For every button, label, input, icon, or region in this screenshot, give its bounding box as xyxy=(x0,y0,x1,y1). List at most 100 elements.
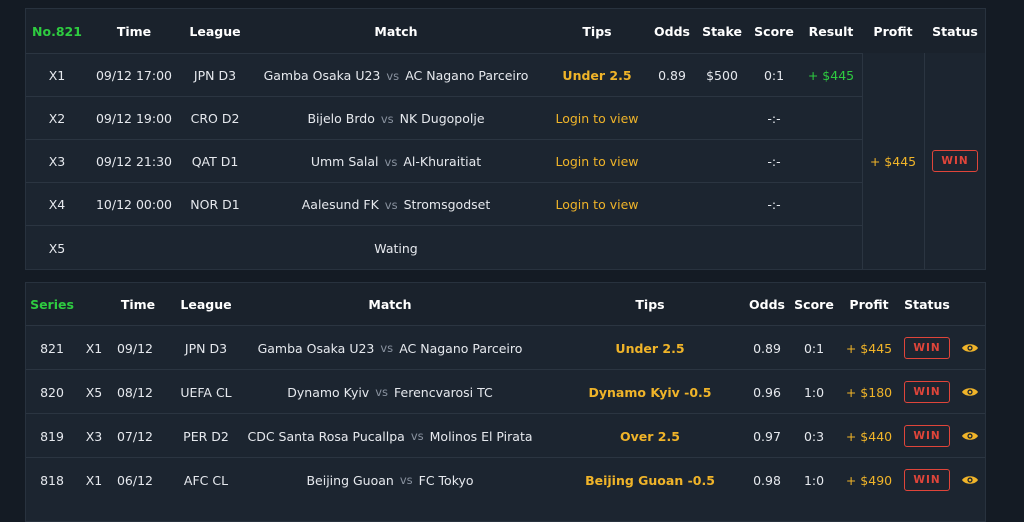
date: 06/12 xyxy=(116,472,154,488)
vs-label: vs xyxy=(386,68,400,83)
vs-label: vs xyxy=(384,154,398,169)
score: -:- xyxy=(767,111,781,126)
eye-icon[interactable] xyxy=(956,414,984,458)
league: QAT D1 xyxy=(191,154,239,169)
odds: 0.89 xyxy=(658,68,686,83)
match: Bijelo Brdo vs NK Dugopolje xyxy=(250,97,542,140)
odds-header: Odds xyxy=(749,296,785,312)
vs-label: vs xyxy=(384,197,398,212)
away-team: NK Dugopolje xyxy=(399,111,485,126)
result-header: Result xyxy=(808,23,854,39)
league: AFC CL xyxy=(183,472,229,488)
home-team: Aalesund FK xyxy=(301,197,379,212)
league: PER D2 xyxy=(183,428,229,444)
vs-label: vs xyxy=(375,385,389,399)
kickoff-time: 09/12 17:00 xyxy=(95,68,173,83)
profit: + $440 xyxy=(845,428,893,444)
odds: 0.97 xyxy=(753,428,781,444)
eye-icon[interactable] xyxy=(956,370,984,414)
eye-icon[interactable] xyxy=(956,326,984,370)
match: Dynamo Kyiv vs Ferencvarosi TC xyxy=(256,370,524,414)
pick-id: X3 xyxy=(48,154,66,169)
vs-label: vs xyxy=(380,341,394,355)
stake: $500 xyxy=(706,68,738,83)
score-header: Score xyxy=(754,23,794,39)
series-number: 818 xyxy=(40,472,64,488)
series-header: Series xyxy=(30,296,74,312)
status-header: Status xyxy=(904,296,950,312)
odds: 0.89 xyxy=(753,340,781,356)
match: CDC Santa Rosa Pucallpa vs Molinos El Pi… xyxy=(247,414,532,458)
match: Beijing Guoan vs FC Tokyo xyxy=(256,458,524,502)
table-header: Series Time League Match Tips Odds Score… xyxy=(26,283,985,325)
home-team: Gamba Osaka U23 xyxy=(263,68,381,83)
status-cell: WIN xyxy=(924,53,986,269)
series-number: 821 xyxy=(40,340,64,356)
date: 09/12 xyxy=(116,340,154,356)
table-row: X3 09/12 21:30 QAT D1 Umm Salal vs Al-Kh… xyxy=(26,139,862,183)
stake-header: Stake xyxy=(702,23,742,39)
vs-label: vs xyxy=(410,429,424,443)
kickoff-time: 09/12 21:30 xyxy=(95,154,173,169)
series-number: 820 xyxy=(40,384,64,400)
tip: Dynamo Kyiv -0.5 xyxy=(588,384,712,400)
pick-id: X2 xyxy=(48,111,66,126)
profit-header: Profit xyxy=(873,23,913,39)
score: 0:1 xyxy=(763,68,785,83)
table-row: X2 09/12 19:00 CRO D2 Bijelo Brdo vs NK … xyxy=(26,96,862,140)
time-header: Time xyxy=(116,23,152,39)
status-cell: WIN xyxy=(898,326,956,370)
odds: 0.96 xyxy=(753,384,781,400)
away-team: FC Tokyo xyxy=(418,472,474,488)
pick-id: X3 xyxy=(85,428,103,444)
table-row: X5 Wating xyxy=(26,225,862,270)
pick-id: X1 xyxy=(48,68,66,83)
profit-header: Profit xyxy=(849,296,889,312)
waiting-text: Wating xyxy=(374,240,418,256)
league: UEFA CL xyxy=(180,384,232,400)
score: 1:0 xyxy=(803,472,825,488)
match: Aalesund FK vs Stromsgodset xyxy=(250,183,542,226)
login-to-view-link[interactable]: Login to view xyxy=(542,97,652,140)
login-to-view-link[interactable]: Login to view xyxy=(542,183,652,226)
pick-id: X5 xyxy=(48,240,66,256)
table-row: 819 X3 07/12 PER D2 CDC Santa Rosa Pucal… xyxy=(26,413,985,458)
match: Gamba Osaka U23 vs AC Nagano Parceiro xyxy=(250,54,542,97)
home-team: Beijing Guoan xyxy=(306,472,394,488)
win-badge: WIN xyxy=(932,150,978,172)
score: -:- xyxy=(767,197,781,212)
home-team: Umm Salal xyxy=(310,154,379,169)
kickoff-time: 10/12 00:00 xyxy=(95,197,173,212)
score: 0:1 xyxy=(803,340,825,356)
tip: Under 2.5 xyxy=(562,68,632,83)
match: Umm Salal vs Al-Khuraitiat xyxy=(250,140,542,183)
eye-icon[interactable] xyxy=(956,458,984,502)
league: CRO D2 xyxy=(190,111,240,126)
series-number: 819 xyxy=(40,428,64,444)
pick-id: X1 xyxy=(85,340,103,356)
away-team: Al-Khuraitiat xyxy=(403,154,482,169)
status-cell: WIN xyxy=(898,414,956,458)
score: 0:3 xyxy=(803,428,825,444)
pick-id: X1 xyxy=(85,472,103,488)
away-team: AC Nagano Parceiro xyxy=(405,68,529,83)
table-row: X1 09/12 17:00 JPN D3 Gamba Osaka U23 vs… xyxy=(26,53,862,97)
table-row: 820 X5 08/12 UEFA CL Dynamo Kyiv vs Fere… xyxy=(26,369,985,414)
pick-id: X5 xyxy=(85,384,103,400)
match: Gamba Osaka U23 vs AC Nagano Parceiro xyxy=(256,326,524,370)
home-team: Dynamo Kyiv xyxy=(287,384,370,400)
number-header: No.821 xyxy=(32,23,82,39)
profit: + $180 xyxy=(845,384,893,400)
profit: + $445 xyxy=(845,340,893,356)
login-to-view-link[interactable]: Login to view xyxy=(542,140,652,183)
win-badge: WIN xyxy=(904,381,950,403)
profit: + $490 xyxy=(845,472,893,488)
kickoff-time: 09/12 19:00 xyxy=(95,111,173,126)
tip: Beijing Guoan -0.5 xyxy=(585,472,715,488)
odds: 0.98 xyxy=(753,472,781,488)
tip: Under 2.5 xyxy=(615,340,685,356)
today-tips-table: No.821 Time League Match Tips Odds Stake… xyxy=(25,8,986,270)
score: 1:0 xyxy=(803,384,825,400)
away-team: Stromsgodset xyxy=(403,197,491,212)
win-badge: WIN xyxy=(904,337,950,359)
